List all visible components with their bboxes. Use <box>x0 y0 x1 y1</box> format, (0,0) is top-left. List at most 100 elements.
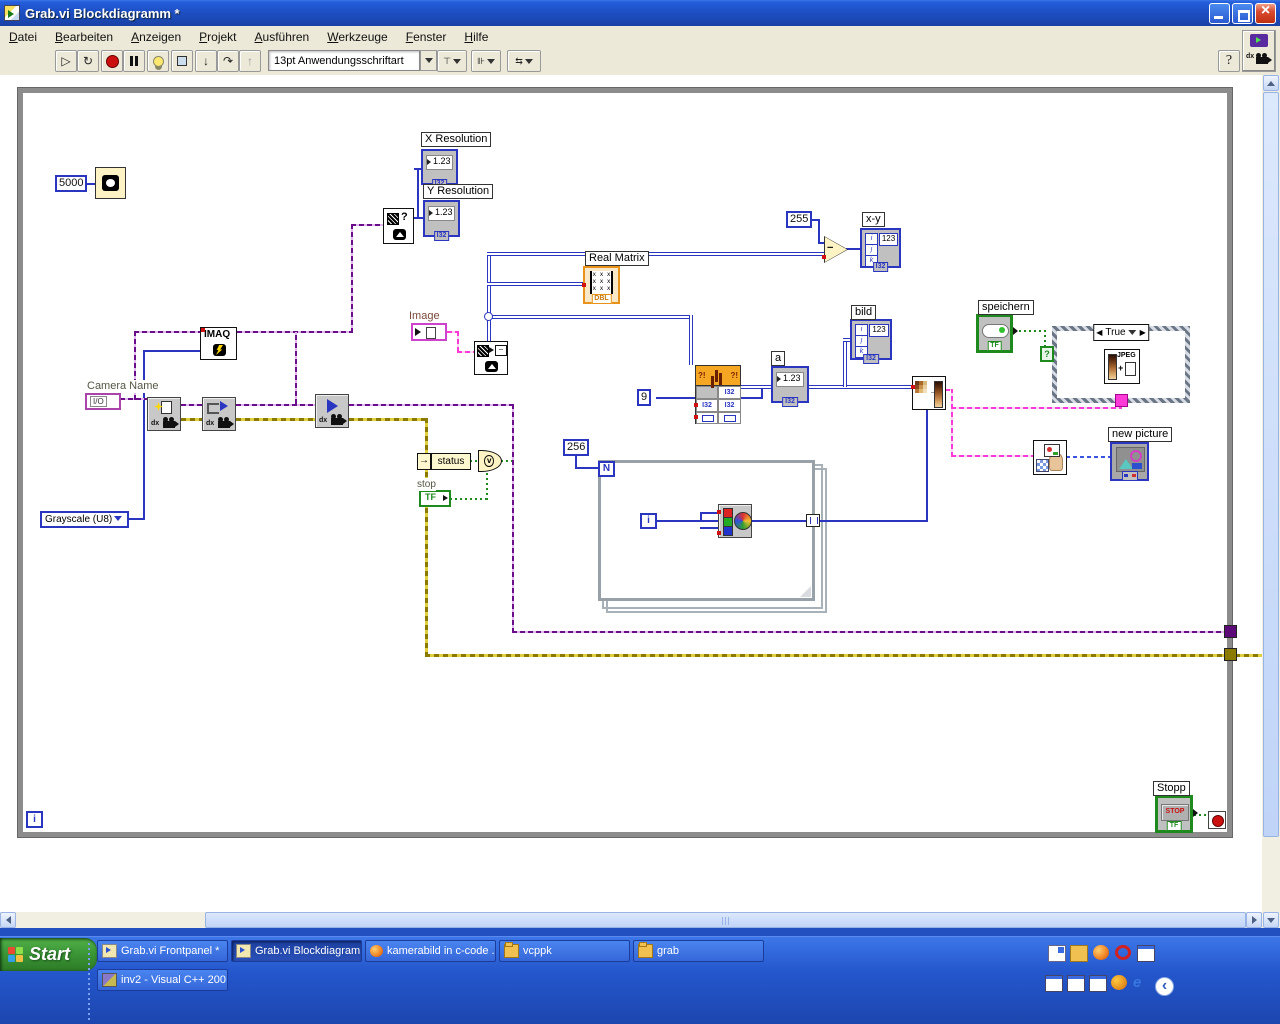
speichern-label[interactable]: speichern <box>978 300 1034 315</box>
case-selector[interactable]: ◀ True ▶ <box>1093 324 1149 341</box>
highlight-execution-button[interactable] <box>147 50 169 72</box>
distribute-objects-button[interactable]: ⊪ <box>471 50 501 72</box>
threshold-constant[interactable]: 255 <box>786 211 813 228</box>
tray-document-icon[interactable] <box>1048 945 1066 962</box>
abort-button[interactable] <box>101 50 123 72</box>
image-control[interactable] <box>411 323 447 341</box>
menu-item-fenster[interactable]: Fenster <box>397 28 456 46</box>
a-indicator[interactable]: 1.23 I32 <box>771 366 809 407</box>
real-matrix-label[interactable]: Real Matrix <box>585 251 649 266</box>
tunnel[interactable] <box>1224 648 1237 661</box>
wait-ms-constant[interactable]: 5000 <box>55 175 88 192</box>
index-constant[interactable]: 9 <box>637 389 652 406</box>
tray-ball-icon[interactable] <box>1111 975 1127 990</box>
scroll-down-button[interactable] <box>1263 912 1279 928</box>
image-label[interactable]: Image <box>409 310 440 323</box>
unbundle-arrow-cell[interactable]: → <box>417 453 431 470</box>
task-grab-frontpanel[interactable]: Grab.vi Frontpanel * <box>97 940 228 962</box>
align-objects-button[interactable]: ⊤ <box>437 50 467 72</box>
run-button[interactable]: ▷ <box>55 50 77 72</box>
horizontal-scrollbar[interactable] <box>0 912 1262 928</box>
start-button[interactable]: Start <box>0 938 97 971</box>
horizontal-scroll-thumb[interactable] <box>205 912 1246 928</box>
tray-window-icon[interactable] <box>1137 945 1155 962</box>
while-loop-iteration-terminal[interactable]: i <box>26 811 43 828</box>
x-resolution-indicator[interactable]: 1.23 I32 <box>421 149 458 189</box>
tray-firefox-icon[interactable] <box>1093 945 1109 960</box>
menu-item-ausfuehren[interactable]: Ausführen <box>246 28 319 46</box>
prev-case-icon[interactable]: ◀ <box>1096 328 1102 337</box>
jpeg-write-node[interactable]: JPEG + <box>1104 349 1140 384</box>
case-selector-terminal[interactable]: ? <box>1040 346 1054 362</box>
reorder-button[interactable]: ⇆ <box>507 50 541 72</box>
font-selector-dropdown[interactable] <box>420 50 437 71</box>
xy-array-indicator[interactable]: i j k 123 I32 <box>860 228 901 272</box>
image-to-array-node[interactable]: ‒ <box>474 341 508 375</box>
step-into-button[interactable]: ↓ <box>195 50 217 72</box>
menu-item-anzeigen[interactable]: Anzeigen <box>122 28 190 46</box>
stop-label[interactable]: stop <box>417 478 436 491</box>
vertical-scroll-thumb[interactable] <box>1263 92 1279 837</box>
scroll-right-button[interactable] <box>1246 912 1262 928</box>
imaq-open-camera-node[interactable]: dx <box>147 397 181 431</box>
task-grab-blockdiagram[interactable]: Grab.vi Blockdiagram... <box>231 940 362 962</box>
task-vcppk[interactable]: vcppk <box>499 940 630 962</box>
y-resolution-indicator[interactable]: 1.23 I32 <box>423 200 460 241</box>
tray-ie-icon[interactable]: e <box>1133 975 1149 990</box>
new-picture-label[interactable]: new picture <box>1108 427 1173 442</box>
camera-name-label[interactable]: Camera Name <box>87 380 159 393</box>
tray-window-icon[interactable] <box>1089 975 1107 992</box>
tray-opera-icon[interactable] <box>1115 945 1131 960</box>
loop-tunnel[interactable] <box>806 514 820 527</box>
menu-item-hilfe[interactable]: Hilfe <box>455 28 497 46</box>
minimize-button[interactable] <box>1209 2 1230 24</box>
rgb-to-color-node[interactable] <box>717 504 752 538</box>
tray-window-icon[interactable] <box>1045 975 1063 992</box>
task-grab-folder[interactable]: grab <box>633 940 764 962</box>
vision-info-node[interactable]: ? <box>383 208 414 244</box>
stopp-button-control[interactable]: STOP TF <box>1155 795 1198 833</box>
x-resolution-label[interactable]: X Resolution <box>421 132 492 147</box>
restore-button[interactable] <box>1232 2 1253 24</box>
histogram-node[interactable]: ?! ?! I32 I32 I32 <box>694 365 741 424</box>
xy-label[interactable]: x-y <box>862 212 885 227</box>
scroll-up-button[interactable] <box>1263 75 1279 91</box>
for-loop-iteration-terminal[interactable]: i <box>640 513 657 529</box>
task-kamerabild[interactable]: kamerabild in c-code ... <box>365 940 496 962</box>
close-button[interactable] <box>1255 2 1276 24</box>
resize-corner[interactable] <box>800 586 811 597</box>
imaq-configure-grab-node[interactable]: dx <box>202 397 236 431</box>
task-inv2-visualcpp[interactable]: inv2 - Visual C++ 200... <box>97 969 228 991</box>
vertical-scrollbar[interactable] <box>1262 75 1280 928</box>
stopp-label[interactable]: Stopp <box>1153 781 1190 796</box>
a-label[interactable]: a <box>771 351 786 366</box>
bild-label[interactable]: bild <box>851 305 877 320</box>
menu-item-werkzeuge[interactable]: Werkzeuge <box>318 28 396 46</box>
scroll-left-button[interactable] <box>0 912 16 928</box>
imaq-grab-node[interactable]: dx <box>315 394 349 428</box>
array-to-image-node[interactable]: → <box>911 376 946 410</box>
step-out-button[interactable]: ↑ <box>239 50 261 72</box>
unbundle-status-cell[interactable]: status <box>431 453 471 470</box>
new-picture-indicator[interactable] <box>1110 442 1149 481</box>
wait-ms-node[interactable] <box>95 167 126 199</box>
menu-item-datei[interactable]: Datei <box>0 28 46 46</box>
y-resolution-label[interactable]: Y Resolution <box>423 184 494 199</box>
stop-control[interactable]: TF <box>419 490 451 507</box>
tray-chevron-icon[interactable]: ‹ <box>1155 977 1174 996</box>
font-selector[interactable]: 13pt Anwendungsschriftart <box>268 50 420 71</box>
loop-condition-terminal[interactable] <box>1208 811 1226 829</box>
menu-item-projekt[interactable]: Projekt <box>190 28 245 46</box>
tray-folder-icon[interactable] <box>1070 945 1088 962</box>
step-over-button[interactable]: ↷ <box>217 50 239 72</box>
tunnel[interactable] <box>1224 625 1237 638</box>
vi-icon[interactable]: dx <box>1242 30 1276 72</box>
menu-item-bearbeiten[interactable]: Bearbeiten <box>46 28 122 46</box>
for-loop[interactable] <box>598 460 815 601</box>
tray-window-icon[interactable] <box>1067 975 1085 992</box>
context-help-button[interactable]: ? <box>1218 50 1240 72</box>
pause-button[interactable] <box>123 50 145 72</box>
camera-name-control[interactable]: I/O <box>85 393 121 410</box>
real-matrix-indicator[interactable]: x x x x x x x x x DBL <box>582 266 620 304</box>
bild-array-indicator[interactable]: i j k 123 I32 <box>850 319 892 364</box>
